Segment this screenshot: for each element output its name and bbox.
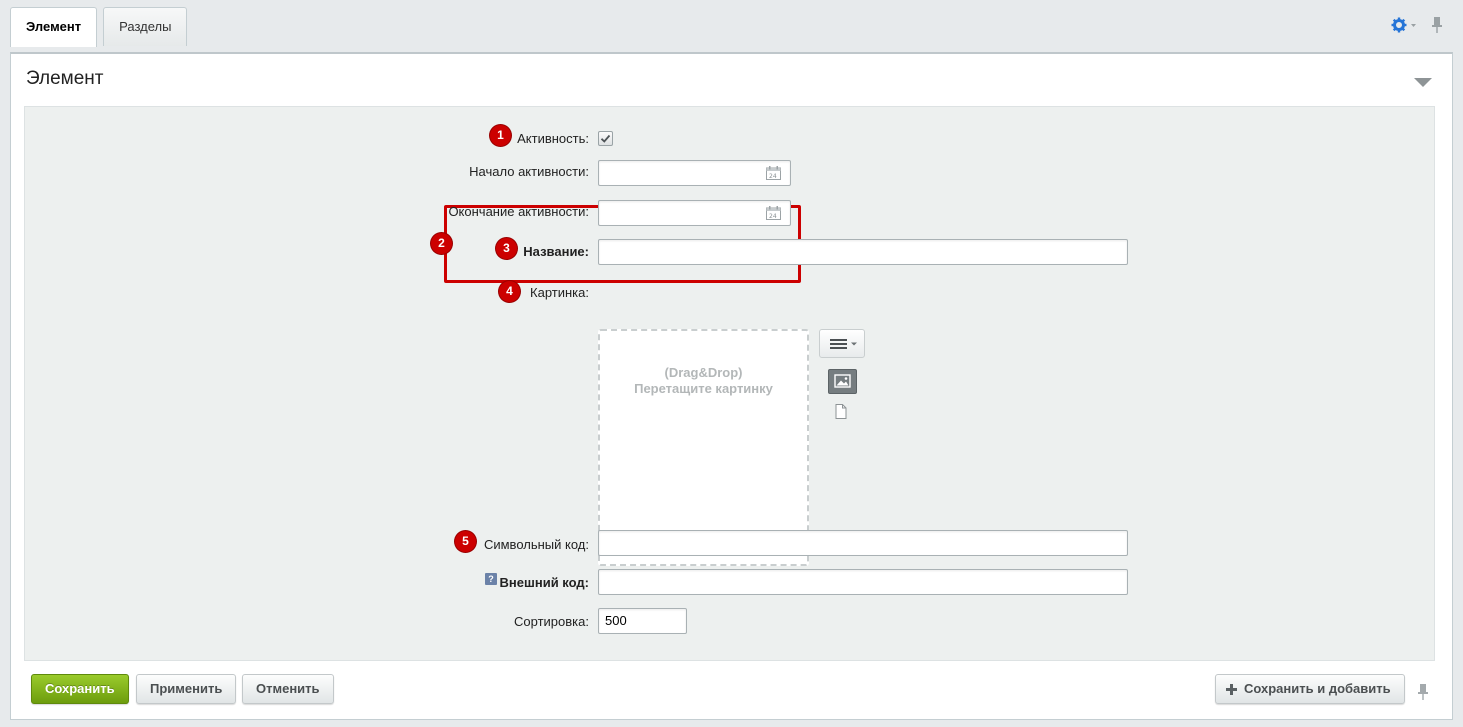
save-and-add-button[interactable]: Сохранить и добавить xyxy=(1215,674,1405,704)
form-area: 1 Активность: 2 Начало активности: 24 Ок… xyxy=(24,106,1435,661)
picture-menu-button[interactable] xyxy=(819,329,865,358)
code-field[interactable] xyxy=(598,530,1128,556)
footer-pin-icon[interactable] xyxy=(1417,683,1429,704)
gear-icon[interactable] xyxy=(1391,17,1417,33)
active-to-field[interactable]: 24 xyxy=(598,200,791,226)
tab-bar: Элемент Разделы xyxy=(10,7,188,47)
element-panel: Элемент 1 Активность: 2 Начало активност… xyxy=(10,52,1453,720)
xml-id-field[interactable] xyxy=(598,569,1128,595)
step-badge-5: 5 xyxy=(455,531,476,552)
svg-text:24: 24 xyxy=(769,213,777,220)
tab-element[interactable]: Элемент xyxy=(10,7,98,47)
image-icon xyxy=(834,374,851,388)
active-label: Активность: xyxy=(517,131,589,146)
active-from-label: Начало активности: xyxy=(469,164,589,179)
top-toolbar xyxy=(1391,16,1443,34)
calendar-icon[interactable]: 24 xyxy=(766,166,781,183)
svg-text:24: 24 xyxy=(769,173,777,180)
code-label: Символьный код: xyxy=(483,537,589,552)
sort-label: Сортировка: xyxy=(514,614,589,629)
name-label: Название: xyxy=(523,244,589,259)
active-to-label: Окончание активности: xyxy=(448,204,589,219)
calendar-icon[interactable]: 24 xyxy=(766,206,781,223)
dropzone-hint-text: Перетащите картинку xyxy=(634,381,773,396)
step-badge-4: 4 xyxy=(499,281,520,302)
pin-icon[interactable] xyxy=(1431,16,1443,34)
active-checkbox[interactable] xyxy=(598,131,613,146)
name-field[interactable] xyxy=(598,239,1128,265)
file-icon[interactable] xyxy=(835,404,847,422)
save-button[interactable]: Сохранить xyxy=(31,674,129,704)
step-badge-1: 1 xyxy=(490,125,511,146)
cancel-button[interactable]: Отменить xyxy=(242,674,334,704)
image-upload-button[interactable] xyxy=(828,369,857,394)
step-badge-2: 2 xyxy=(431,233,452,254)
collapse-triangle-icon[interactable] xyxy=(1414,76,1432,91)
xml-id-label: Внешний код: xyxy=(499,575,589,590)
help-icon[interactable]: ? xyxy=(485,573,497,585)
apply-button[interactable]: Применить xyxy=(136,674,237,704)
save-and-add-label: Сохранить и добавить xyxy=(1244,681,1391,696)
step-badge-3: 3 xyxy=(496,238,517,259)
panel-title: Элемент xyxy=(26,68,104,89)
picture-label: Картинка: xyxy=(530,285,589,300)
active-from-field[interactable]: 24 xyxy=(598,160,791,186)
checkmark-icon xyxy=(600,134,611,143)
hamburger-icon xyxy=(830,339,857,349)
tab-sections[interactable]: Разделы xyxy=(103,7,188,46)
sort-field[interactable]: 500 xyxy=(598,608,687,634)
dropzone-hint: (Drag&Drop) xyxy=(664,365,743,380)
plus-icon xyxy=(1226,684,1237,695)
